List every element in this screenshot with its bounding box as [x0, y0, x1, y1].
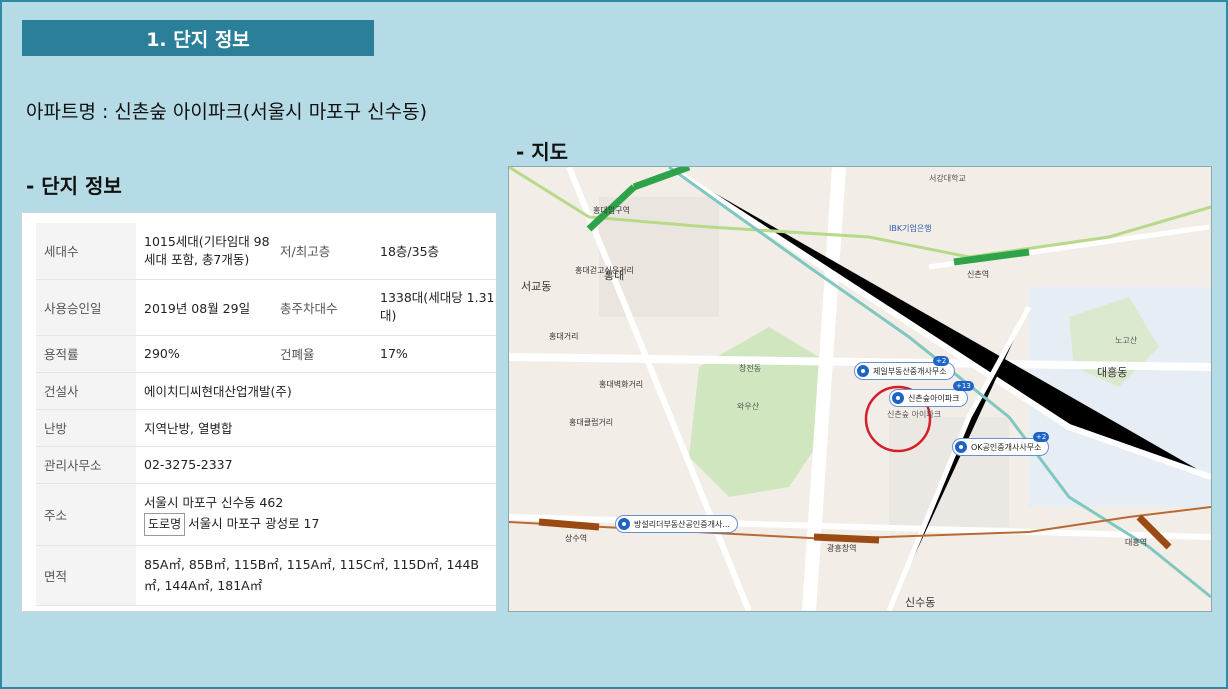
heating-value: 지역난방, 열병합	[136, 409, 496, 447]
area-label: 면적	[36, 545, 136, 606]
agent-pin-4[interactable]: 방설리더부동산공인중개사...	[615, 515, 738, 533]
map-label-sangsu: 상수역	[565, 534, 588, 543]
map-label-daeheung-station: 대흥역	[1125, 538, 1148, 547]
map-label-hongdae-walk: 홍대거리	[549, 332, 579, 341]
table-row: 용적률 290% 건폐율 17%	[36, 335, 496, 373]
office-label: 관리사무소	[36, 446, 136, 484]
floors-label: 저/최고층	[272, 223, 372, 280]
map-label-gwangheungchang: 광흥창역	[827, 544, 857, 553]
map-label-daeheung: 대흥동	[1097, 366, 1128, 379]
agent-pin-3-count: +2	[1033, 432, 1050, 442]
map-label-hongik-univ-station: 홍대입구역	[593, 206, 630, 215]
road-name-tag: 도로명	[144, 513, 186, 536]
location-pin-icon	[618, 518, 630, 530]
map-label-sinchon-station: 신촌역	[967, 270, 990, 279]
bcr-value: 17%	[372, 335, 496, 373]
info-heading: - 단지 정보	[26, 174, 122, 198]
address-label: 주소	[36, 483, 136, 546]
agent-pin-2[interactable]: 신촌숲아이파크	[889, 389, 968, 407]
households-value: 1015세대(기타임대 98세대 포함, 총7개동)	[136, 223, 272, 280]
apartment-title: 아파트명 : 신촌숲 아이파크(서울시 마포구 신수동)	[26, 101, 428, 123]
heating-label: 난방	[36, 409, 136, 447]
table-row: 관리사무소 02-3275-2337	[36, 446, 496, 484]
map-label-wausan: 와우산	[737, 402, 760, 411]
builder-value: 에이치디씨현대산업개발(주)	[136, 372, 496, 410]
location-pin-icon	[892, 392, 904, 404]
far-label: 용적률	[36, 335, 136, 373]
address-jibun: 서울시 마포구 신수동 462	[144, 495, 284, 510]
location-pin-icon	[857, 365, 869, 377]
approval-value: 2019년 08월 29일	[136, 279, 272, 336]
table-row: 건설사 에이치디씨현대산업개발(주)	[36, 372, 496, 410]
map-label-noksan: 노고산	[1115, 336, 1138, 345]
table-row: 면적 85A㎡, 85B㎡, 115B㎡, 115A㎡, 115C㎡, 115D…	[36, 545, 496, 606]
location-map[interactable]: 홍대 홍대걷고싶은거리 홍대거리 홍대벽화거리 홍대클럽거리 서교동 와우산 신…	[508, 166, 1212, 612]
households-label: 세대수	[36, 223, 136, 280]
floors-value: 18층/35층	[372, 223, 496, 280]
location-pin-icon	[955, 441, 967, 453]
agent-pin-1-count: +2	[933, 356, 950, 366]
area-value: 85A㎡, 85B㎡, 115B㎡, 115A㎡, 115C㎡, 115D㎡, …	[136, 545, 496, 606]
agent-pin-2-count: +13	[953, 381, 974, 391]
approval-label: 사용승인일	[36, 279, 136, 336]
section-banner: 1. 단지 정보	[22, 20, 374, 56]
complex-info-table: 세대수 1015세대(기타임대 98세대 포함, 총7개동) 저/최고층 18층…	[36, 223, 496, 606]
map-label-sinchon-forest: 신촌숲 아이파크	[887, 410, 942, 419]
map-label-hongdae-club: 홍대클럽거리	[569, 418, 614, 427]
complex-info-card: 세대수 1015세대(기타임대 98세대 포함, 총7개동) 저/최고층 18층…	[21, 212, 497, 612]
address-road-line: 도로명 서울시 마포구 광성로 17	[144, 513, 496, 536]
office-value: 02-3275-2337	[136, 446, 496, 484]
map-heading: - 지도	[516, 140, 569, 164]
far-value: 290%	[136, 335, 272, 373]
parking-value: 1338대(세대당 1.31대)	[372, 279, 496, 336]
table-row: 주소 서울시 마포구 신수동 462 도로명 서울시 마포구 광성로 17	[36, 483, 496, 546]
address-value: 서울시 마포구 신수동 462 도로명 서울시 마포구 광성로 17	[136, 483, 496, 546]
map-label-hongdae-mall: 홍대벽화거리	[599, 380, 644, 389]
builder-label: 건설사	[36, 372, 136, 410]
bcr-label: 건폐율	[272, 335, 372, 373]
map-label-seogyo: 서교동	[521, 280, 552, 293]
map-label-changjeon: 창전동	[739, 364, 762, 373]
parking-label: 총주차대수	[272, 279, 372, 336]
table-row: 세대수 1015세대(기타임대 98세대 포함, 총7개동) 저/최고층 18층…	[36, 223, 496, 280]
map-canvas	[509, 167, 1211, 611]
address-road: 서울시 마포구 광성로 17	[188, 516, 320, 531]
map-label-sinsu: 신수동	[905, 596, 936, 609]
map-label-hongdae: 홍대걷고싶은거리	[575, 266, 634, 275]
table-row: 난방 지역난방, 열병합	[36, 409, 496, 447]
table-row: 사용승인일 2019년 08월 29일 총주차대수 1338대(세대당 1.31…	[36, 279, 496, 336]
map-label-seogang-univ: 서강대학교	[929, 174, 966, 183]
map-label-ibk: IBK기업은행	[889, 224, 932, 233]
